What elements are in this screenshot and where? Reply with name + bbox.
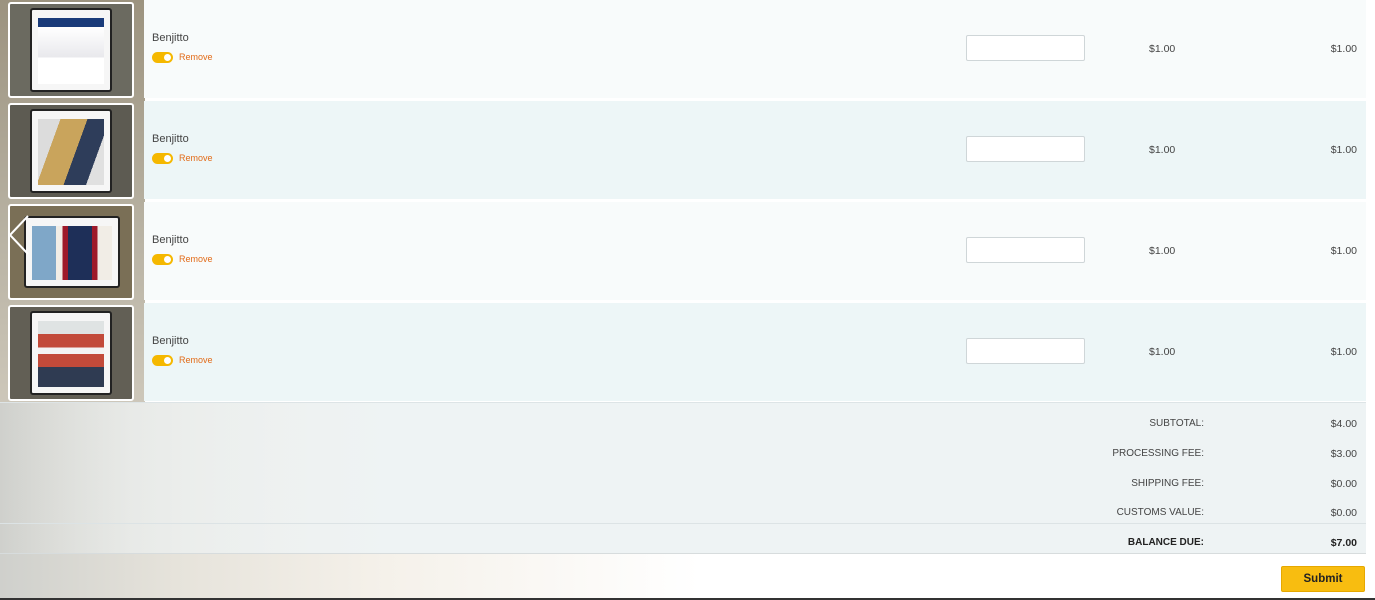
item-thumbnail[interactable] — [8, 305, 134, 401]
cart-item-row: Benjitto Remove $1.00 $1.00 — [0, 303, 1366, 404]
submit-button[interactable]: Submit — [1281, 566, 1365, 592]
processing-fee-label: PROCESSING FEE: — [1112, 448, 1204, 459]
summary-bottom-divider — [0, 553, 1366, 554]
balance-due-value: $7.00 — [1330, 537, 1357, 549]
item-price: $1.00 — [1149, 43, 1176, 55]
cart-item-row: Benjitto Remove $1.00 $1.00 — [0, 0, 1366, 101]
remove-link[interactable]: Remove — [179, 355, 213, 365]
item-details: Benjitto Remove $1.00 $1.00 — [144, 303, 1366, 401]
item-price: $1.00 — [1149, 346, 1176, 358]
summary-divider — [0, 523, 1366, 524]
item-thumbnail[interactable] — [8, 103, 134, 199]
item-details: Benjitto Remove $1.00 $1.00 — [144, 101, 1366, 199]
balance-due-label: BALANCE DUE: — [1127, 537, 1204, 548]
item-details: Benjitto Remove $1.00 $1.00 — [144, 0, 1366, 98]
item-price: $1.00 — [1149, 245, 1176, 257]
customs-value-value: $0.00 — [1330, 507, 1357, 519]
shipping-fee-label: SHIPPING FEE: — [1131, 478, 1204, 489]
toggle-switch-icon[interactable] — [152, 254, 173, 265]
remove-link[interactable]: Remove — [179, 52, 213, 62]
card-slab-image — [30, 8, 112, 92]
remove-link[interactable]: Remove — [179, 153, 213, 163]
item-seller-name: Benjitto — [152, 133, 189, 145]
item-seller-name: Benjitto — [152, 335, 189, 347]
cart-item-row: Benjitto Remove $1.00 $1.00 — [0, 202, 1366, 303]
quantity-input[interactable] — [966, 35, 1085, 61]
toggle-switch-icon[interactable] — [152, 355, 173, 366]
card-slab-image — [30, 311, 112, 395]
quantity-input[interactable] — [966, 136, 1085, 162]
cart-item-row: Benjitto Remove $1.00 $1.00 — [0, 101, 1366, 202]
card-slab-image — [30, 109, 112, 193]
item-total: $1.00 — [1330, 144, 1357, 156]
item-thumbnail[interactable] — [8, 2, 134, 98]
item-total: $1.00 — [1330, 43, 1357, 55]
shipping-fee-value: $0.00 — [1330, 478, 1357, 490]
chevron-left-icon[interactable] — [4, 212, 34, 258]
item-price: $1.00 — [1149, 144, 1176, 156]
quantity-input[interactable] — [966, 237, 1085, 263]
item-total: $1.00 — [1330, 346, 1357, 358]
remove-link[interactable]: Remove — [179, 254, 213, 264]
processing-fee-value: $3.00 — [1330, 448, 1357, 460]
toggle-switch-icon[interactable] — [152, 52, 173, 63]
subtotal-label: SUBTOTAL: — [1149, 418, 1204, 429]
item-details: Benjitto Remove $1.00 $1.00 — [144, 202, 1366, 300]
toggle-switch-icon[interactable] — [152, 153, 173, 164]
item-seller-name: Benjitto — [152, 32, 189, 44]
item-seller-name: Benjitto — [152, 234, 189, 246]
quantity-input[interactable] — [966, 338, 1085, 364]
subtotal-value: $4.00 — [1330, 418, 1357, 430]
order-summary: SUBTOTAL: $4.00 PROCESSING FEE: $3.00 SH… — [0, 402, 1366, 554]
card-slab-image — [24, 216, 120, 288]
item-total: $1.00 — [1330, 245, 1357, 257]
customs-value-label: CUSTOMS VALUE: — [1116, 507, 1204, 518]
cart-items-list: Benjitto Remove $1.00 $1.00 Benjitto Rem… — [0, 0, 1366, 404]
